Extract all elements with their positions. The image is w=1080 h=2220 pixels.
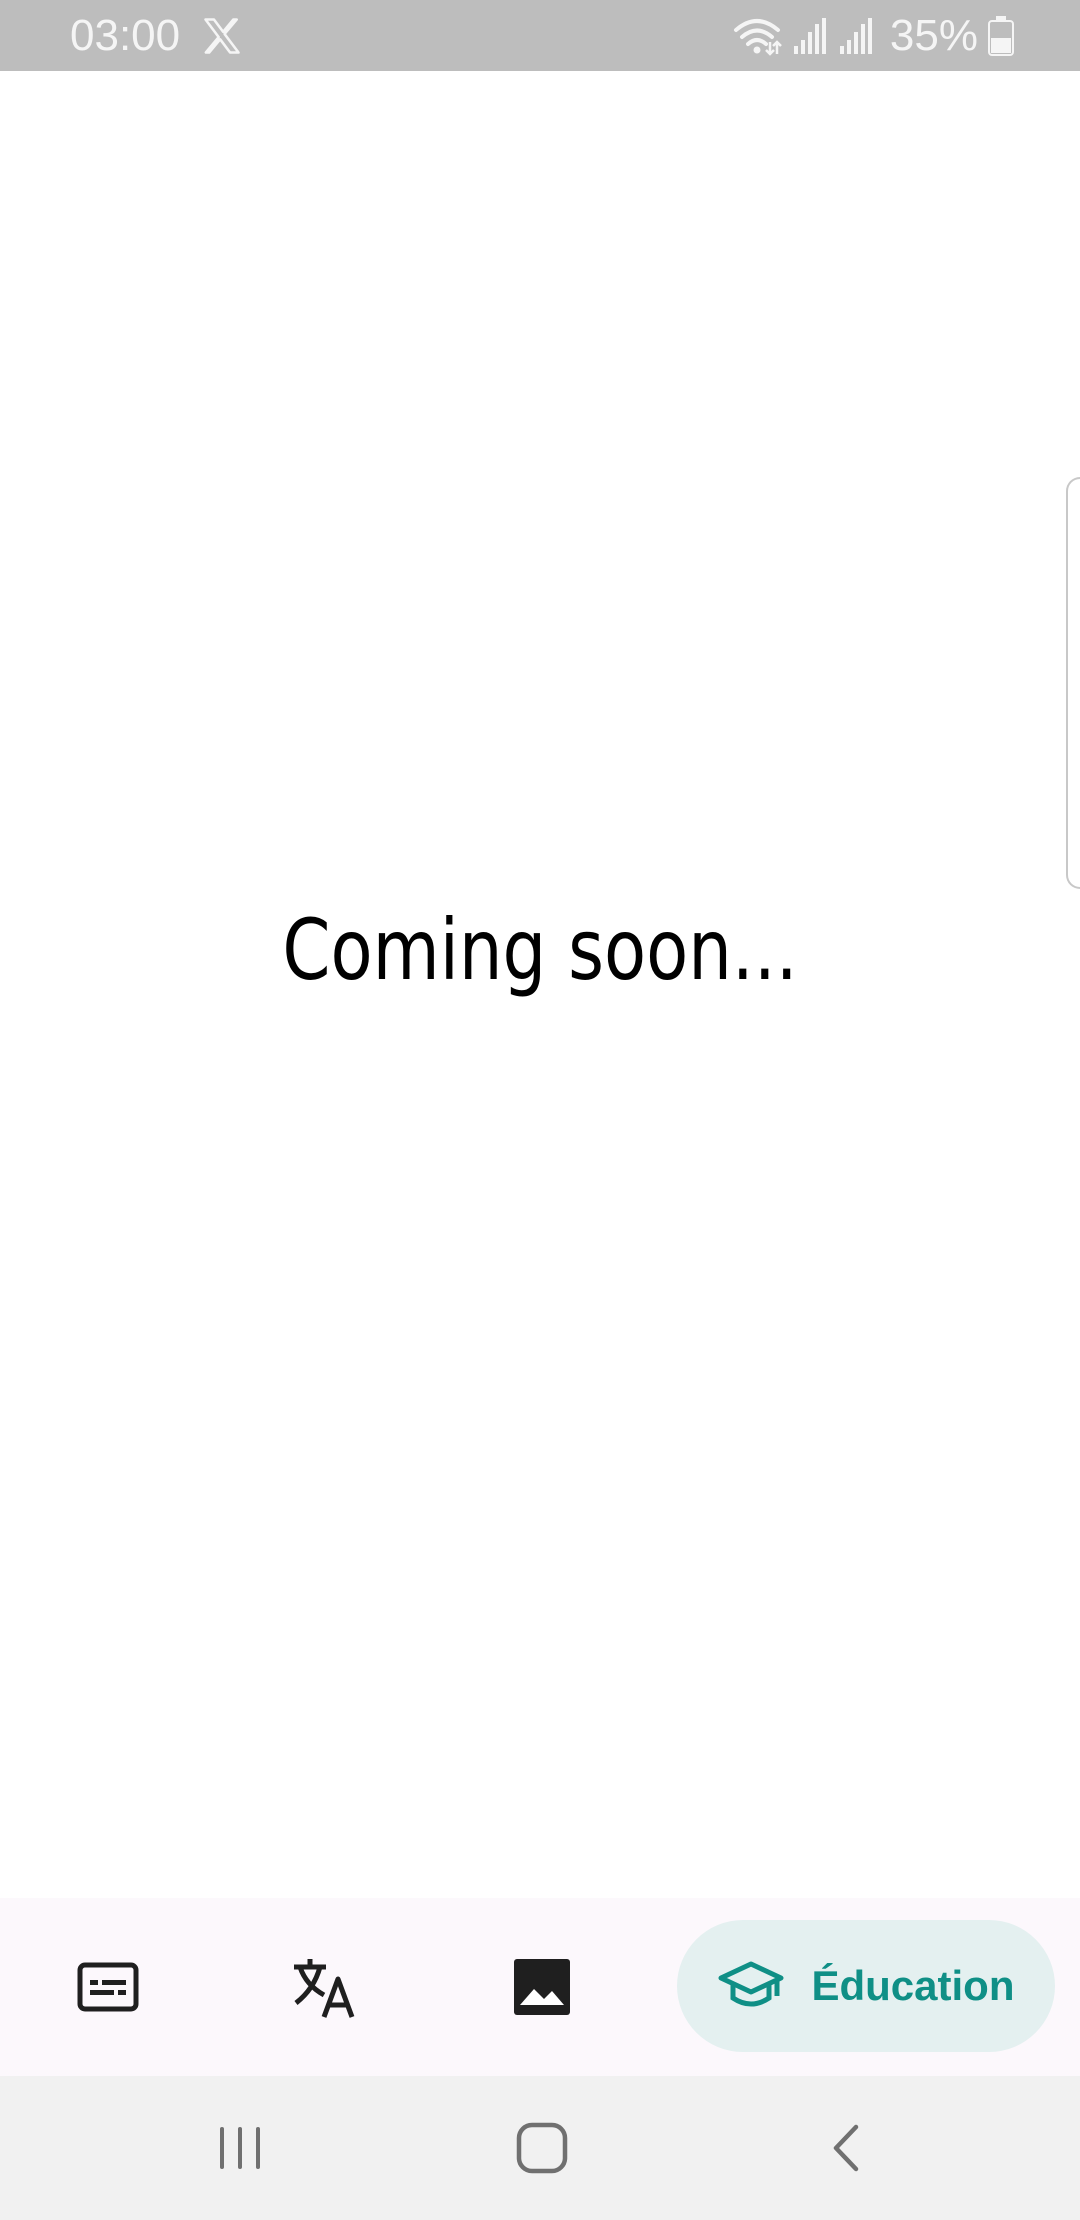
nav-item-education[interactable]: Éducation [677,1920,1055,2052]
bottom-navigation: Éducation [0,1898,1080,2076]
recents-icon [220,2127,260,2169]
wifi-icon [733,19,782,56]
coming-soon-message: Coming soon... [282,901,798,999]
nav-item-image[interactable] [482,1898,602,2076]
app-screen: 03:00 35% Coming soon... Éducation [0,0,1080,2220]
home-button[interactable] [482,2076,602,2220]
status-icons: 35% [732,10,1014,62]
back-icon [833,2124,859,2172]
status-time: 03:00 [70,11,181,60]
x-icon [204,18,240,54]
battery-icon [988,16,1014,56]
captions-icon [77,1962,139,2012]
system-navigation-bar [0,2076,1080,2220]
status-bar: 03:00 35% [0,0,1080,71]
signal-icon [839,18,872,54]
nav-item-education-label: Éducation [811,1962,1015,2009]
edge-panel-handle[interactable] [1066,477,1080,889]
recents-button[interactable] [180,2076,300,2220]
battery-percent: 35% [889,11,978,60]
home-icon [516,2122,568,2174]
translate-icon [294,1959,355,2018]
nav-item-captions[interactable] [48,1898,168,2076]
back-button[interactable] [785,2076,905,2220]
nav-item-translate[interactable] [265,1898,385,2076]
graduation-cap-icon [718,1961,784,2007]
image-icon [514,1959,570,2015]
signal-icon [793,18,826,54]
